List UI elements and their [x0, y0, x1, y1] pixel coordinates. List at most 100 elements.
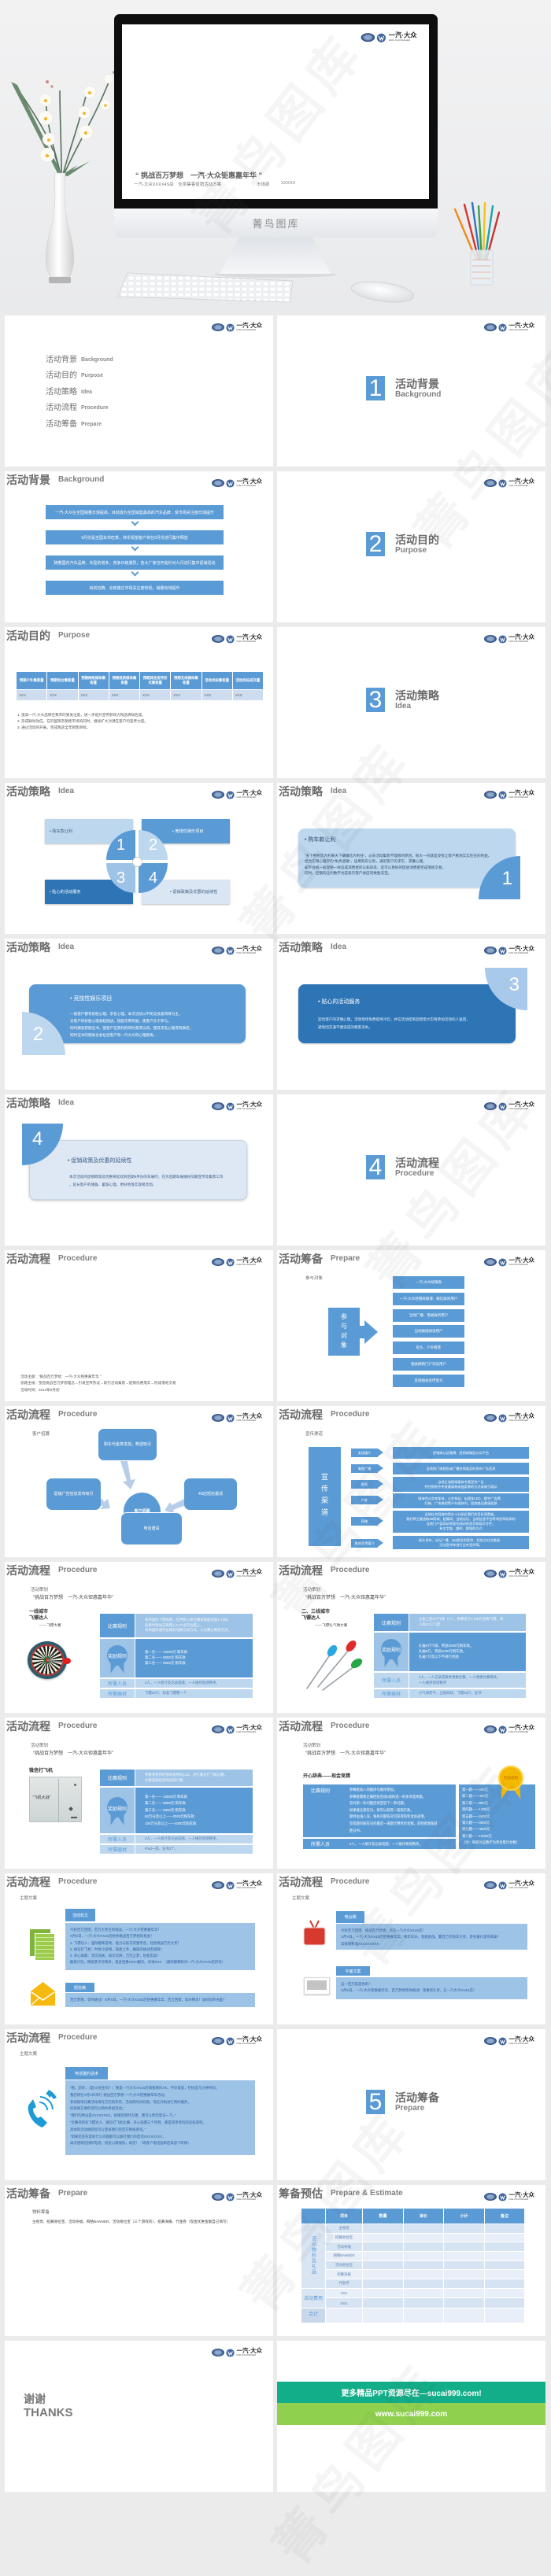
faw-badge-icon: [483, 635, 497, 643]
slide-title: 活动筹备: [279, 1253, 323, 1265]
detail-line: 灯箱、广场电视等户外媒体内，投放路边邀请投放: [424, 1500, 497, 1505]
faw-badge-icon: [211, 2193, 224, 2201]
vw-badge-icon: [497, 1725, 507, 1734]
table-cell: 网络BANNER: [325, 2251, 363, 2261]
ad-url-link[interactable]: www.sucai999.com: [277, 2403, 545, 2425]
brand-logo: 一汽·大众 FAW-VOLKSWAGEN: [211, 2191, 263, 2201]
theme-line: 思路主线：塑造挑战百万梦想理念→引发宣传热议→吸引活动集客→促销优惠落实→形成落…: [20, 1380, 176, 1386]
group-name: 活动物料及礼品: [310, 2235, 316, 2275]
logo-text-en: FAW-VOLKSWAGEN: [508, 1574, 529, 1578]
table-header: 活动目标集客量: [201, 671, 233, 690]
slide-title-en: Procedure: [58, 1877, 98, 1886]
cover-presenter: XXXXX: [281, 181, 296, 186]
logo-text-cn: 一汽·大众: [388, 31, 416, 40]
logo-text-cn: 一汽·大众: [236, 2347, 263, 2355]
channel-detail: 街头发布、论坛广播、QQ群及时宣传、短信点对点邀请、 活动宣传车进行全市宣传等。: [393, 1536, 529, 1549]
prize-item: 第五题——2400元: [462, 1814, 490, 1818]
table-cell: [484, 2307, 525, 2323]
row-label: 奖励规则: [374, 1633, 409, 1671]
total-label: 合计: [301, 2307, 326, 2323]
table-cell: 代金券: [325, 2279, 363, 2289]
logo-text-cn: 一汽·大众: [236, 945, 263, 953]
vw-badge-icon: [225, 1569, 235, 1578]
table-header: 预期纸质媒体集客量: [108, 671, 141, 690]
logo-text-en: FAW-VOLKSWAGEN: [508, 2198, 529, 2201]
audience-item: 其他相关宣传受众: [393, 1375, 464, 1387]
copy-line: 2. 微信打飞机：时尚小游戏，简易上手，趣味的挑战无极限！: [70, 1947, 165, 1951]
vw-badge-icon: [497, 790, 507, 799]
row-content: 2人，一人统计及记录成绩，一人维持现场秩序。: [135, 1679, 253, 1688]
row-label: 所需人员: [100, 1835, 135, 1843]
theme-line: 活动时间：2013年9月初: [20, 1387, 60, 1393]
faw-badge-icon: [211, 2037, 224, 2045]
row-label: 比赛规则: [100, 1770, 135, 1786]
audience-item: 相关网络门户浏览用户: [393, 1358, 464, 1371]
table-cell: [403, 2279, 444, 2289]
faw-badge-icon: [211, 323, 224, 331]
brand-logo: 一汽·大众 FAW-VOLKSWAGEN: [483, 1413, 534, 1423]
toc-item: 活动流程: [46, 404, 77, 412]
game-tier: 二、三线城市: [301, 1610, 331, 1615]
theme-line-value: 2013年9月初: [38, 1388, 60, 1392]
row-label-text: 奖励规则: [107, 1807, 127, 1812]
copy-line: 今秋百万回馈，百万大奖任你挑战，一汽-大众钜惠嘉年华！: [70, 1928, 161, 1932]
plan-quote: “挑战百万梦想 一汽-大众钜惠嘉年华”: [33, 1751, 113, 1756]
idea-card-body: 一般客户都有好胜心理、求名心理，本次活动以平民竞技类项目为主， 对客户的好胜心理…: [70, 1010, 193, 1039]
thanks-cn: 谢谢: [24, 2393, 46, 2405]
section-title-en: Prepare: [395, 2104, 425, 2113]
table-cell: [403, 2260, 444, 2271]
copy-content: 百万梦想，等你挑战！X月X日，一汽-大众XX4S店钜惠嘉年华，百万回馈，欢乐畅享…: [65, 1993, 255, 2007]
table-row: 代金券: [301, 2279, 525, 2289]
brand-logo: 一汽·大众 FAW-VOLKSWAGEN: [211, 1102, 262, 1111]
idea-card-heading: 促销政策及优惠的延续性: [68, 1157, 131, 1164]
slide-title-en: Procedure: [331, 1722, 370, 1730]
row-content: iPad一部、证书3个。: [135, 1845, 253, 1854]
arrow-left-icon: [165, 1499, 186, 1514]
slide-thanks: 一汽·大众 FAW-VOLKSWAGEN 谢谢 THANKS: [5, 2341, 273, 2492]
slide-section-4: 一汽·大众 FAW-VOLKSWAGEN 4 活动流程 Procedure: [277, 1094, 545, 1246]
faw-badge-icon: [211, 791, 224, 799]
row-label: 所需器材: [374, 1689, 409, 1698]
channel-tag: 电视广播: [351, 1464, 383, 1473]
slide-prepare-audience: 活动筹备 Prepare 一汽·大众 FAW-VOLKSWAGEN 参与对象 参与…: [277, 1250, 545, 1401]
slide-section-3: 一汽·大众 FAW-VOLKSWAGEN 3 活动策略 Idea: [277, 627, 545, 778]
body-line: 避免因交通不便造成的集客流失。: [318, 1025, 372, 1029]
table-cell: [443, 2224, 485, 2234]
table-header: 预期户外集客量: [15, 671, 48, 690]
idea-quadrant-label: 促销政策及优惠的延续性: [170, 889, 217, 895]
logo-text-en: FAW-VOLKSWAGEN: [508, 795, 529, 799]
logo-text-en: FAW-VOLKSWAGEN: [508, 1263, 529, 1266]
monitor-chin: 菁鸟图库: [114, 209, 438, 238]
slide-title-en: Procedure: [58, 1254, 98, 1263]
theme-line-label: 活动主题：: [20, 1375, 39, 1378]
brand-logo: 一汽·大众 FAW-VOLKSWAGEN: [211, 2347, 263, 2357]
audience-item: 一汽-大众经销商: [393, 1276, 464, 1289]
table-cell: 活动易拉宝: [325, 2260, 363, 2271]
row-content: 3人，一人记录成绩并更换比赛，一人更换比赛用具， 一人维持现场秩序: [409, 1673, 526, 1688]
faw-badge-icon: [211, 1102, 224, 1110]
group-cell: 活动费用: [301, 2287, 326, 2308]
logo-text-cn: 一汽·大众: [236, 2191, 263, 2199]
slide-title-en: Idea: [58, 787, 75, 795]
logo-text-cn: 一汽·大众: [236, 1880, 263, 1888]
row-content: 2人，一人统计及记录成绩，一人维持现场秩序。: [349, 1841, 423, 1846]
slide-idea-2: 活动策略 Idea 一汽·大众FAW-VOLKSWAGEN 竞技性娱乐项目 一般…: [5, 939, 273, 1090]
table-cell: XXX: [77, 689, 109, 701]
content-line: 50万分及以上——2000元购车款: [145, 1814, 194, 1819]
table-row: 活动费用 XXX: [301, 2287, 525, 2308]
vw-badge-icon: [225, 1725, 235, 1734]
estimate-table: 项目 数量 单价 小计 备注 活动物料及礼品 主视觉 招募易拉宝 活动条幅 网络…: [301, 2208, 525, 2323]
toc-item-en: Idea: [81, 389, 93, 395]
table-cell: [403, 2287, 444, 2299]
section-number: 2: [366, 532, 385, 556]
idea-quadrant-label: 竞技性娱乐项目: [172, 829, 203, 834]
toc-item-en: Background: [81, 357, 113, 363]
cover-title: “ 挑战百万梦想 一汽-大众钜惠嘉年华 ”: [135, 172, 262, 179]
copy-line: “比赛项目有飞镖达人、微信打飞机比赛、开心辞典三个项目，都是简单易玩的竞技游戏，: [70, 2120, 206, 2124]
content-line: 立板上贴9只气球（小），参赛者于2.5米外投掷飞镖，每: [419, 1617, 504, 1622]
table-cell: XXX: [46, 689, 79, 701]
brand-logo: 一汽·大众 FAW-VOLKSWAGEN: [211, 1880, 263, 1890]
content-line: 如果能全部答对，将可以获得一笔购车款。: [349, 1807, 414, 1812]
staff-row: 所需人员 2人，一人统计及记录成绩，一人维持现场秩序。: [100, 1679, 253, 1688]
faw-badge-icon: [483, 323, 497, 331]
